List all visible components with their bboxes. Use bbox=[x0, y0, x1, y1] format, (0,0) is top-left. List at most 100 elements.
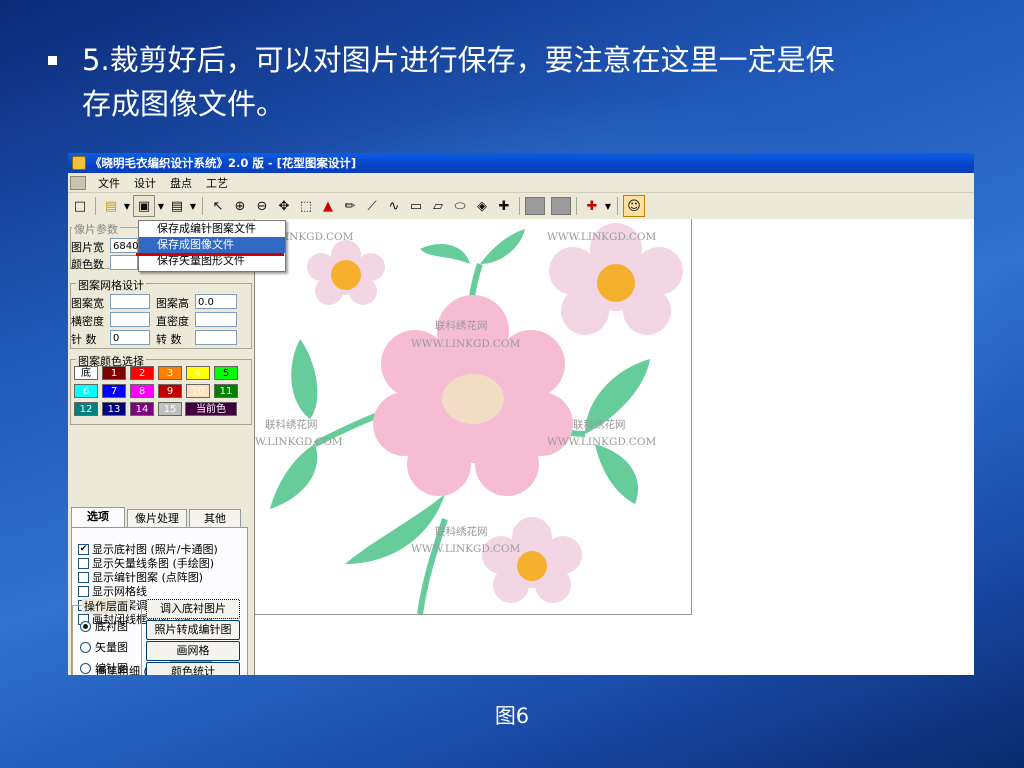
redo-icon[interactable] bbox=[551, 197, 571, 215]
menu-file[interactable]: 文件 bbox=[96, 175, 122, 191]
layers-area: 操作层面 底衬图 矢量图 编针图 调入底衬图片 照片转成编针图 画网格 颜色统计 bbox=[68, 593, 254, 675]
fill-icon[interactable]: ▲ bbox=[318, 196, 338, 216]
watermark-top-left: INKGD.COM bbox=[285, 231, 354, 243]
layer-background-label: 底衬图 bbox=[95, 620, 128, 633]
menu-inventory[interactable]: 盘点 bbox=[168, 175, 194, 191]
artboard[interactable]: INKGD.COM WWW.LINKGD.COM 联科绣花网 WWW.LINKG… bbox=[255, 219, 692, 615]
color-swatch[interactable]: 5 bbox=[214, 366, 238, 380]
watermark-right-name: 联科绣花网 bbox=[573, 419, 626, 431]
print-icon[interactable]: ▤ bbox=[167, 196, 187, 216]
tab-other[interactable]: 其他 bbox=[189, 509, 241, 527]
save-icon[interactable]: ▣ bbox=[133, 195, 155, 217]
print-dropdown-arrow-icon[interactable]: ▼ bbox=[189, 202, 197, 211]
layer-radio-stitch[interactable]: 编针图 bbox=[80, 660, 128, 675]
save-as-stitch-pattern-item[interactable]: 保存成编针图案文件 bbox=[139, 221, 285, 237]
v-density-field[interactable] bbox=[195, 312, 237, 327]
rows-field[interactable] bbox=[195, 330, 237, 345]
toolbar-separator bbox=[519, 197, 520, 215]
open-dropdown-arrow-icon[interactable]: ▼ bbox=[123, 202, 131, 211]
zoom-in-icon[interactable]: ⊕ bbox=[230, 196, 250, 216]
current-color-swatch[interactable]: 当前色 bbox=[185, 402, 237, 416]
highlight-underline bbox=[136, 253, 284, 256]
stitches-label: 针 数 bbox=[71, 333, 97, 346]
pointer-icon[interactable]: ↖ bbox=[208, 196, 228, 216]
color-swatch[interactable]: 3 bbox=[158, 366, 182, 380]
paint-bucket-icon[interactable]: ◈ bbox=[472, 196, 492, 216]
crosshair-icon[interactable]: ✚ bbox=[582, 196, 602, 216]
new-icon[interactable]: □ bbox=[70, 196, 90, 216]
rectangle-icon[interactable]: ▭ bbox=[406, 196, 426, 216]
crosshair-dropdown-arrow-icon[interactable]: ▼ bbox=[604, 202, 612, 211]
watermark-left-url: W.LINKGD.COM bbox=[255, 436, 343, 448]
toolbar-separator bbox=[617, 197, 618, 215]
app-icon bbox=[72, 156, 86, 170]
open-icon[interactable]: ▤ bbox=[101, 196, 121, 216]
design-canvas[interactable]: INKGD.COM WWW.LINKGD.COM 联科绣花网 WWW.LINKG… bbox=[255, 219, 974, 675]
watermark-right-url: WWW.LINKGD.COM bbox=[547, 436, 657, 448]
select-rect-icon[interactable]: ⬚ bbox=[296, 196, 316, 216]
pattern-width-label: 图案宽 bbox=[71, 297, 104, 310]
checkbox-box bbox=[78, 557, 89, 569]
color-swatch[interactable]: 6 bbox=[74, 384, 98, 398]
color-swatch[interactable]: 10 bbox=[186, 384, 210, 398]
color-swatch[interactable]: 15 bbox=[158, 402, 182, 416]
photo-to-pattern-button[interactable]: 照片转成编针图 bbox=[146, 620, 240, 640]
load-background-button[interactable]: 调入底衬图片 bbox=[146, 599, 240, 619]
layer-radio-vector[interactable]: 矢量图 bbox=[80, 639, 128, 655]
polygon-icon[interactable]: ▱ bbox=[428, 196, 448, 216]
color-stats-button[interactable]: 颜色统计 bbox=[146, 662, 240, 675]
menubar: 文件 设计 盘点 工艺 bbox=[68, 173, 974, 193]
move-icon[interactable]: ✥ bbox=[274, 196, 294, 216]
draw-grid-button[interactable]: 画网格 bbox=[146, 641, 240, 661]
pencil-icon[interactable]: ✏ bbox=[340, 196, 360, 216]
photo-width-field[interactable]: 6840 bbox=[110, 238, 138, 253]
toolbar: □ ▤ ▼ ▣ ▼ ▤ ▼ ↖ ⊕ ⊖ ✥ ⬚ ▲ ✏ ⟋ ∿ ▭ ▱ ⬭ ◈ … bbox=[68, 193, 974, 220]
curve-icon[interactable]: ∿ bbox=[384, 196, 404, 216]
color-swatch[interactable]: 13 bbox=[102, 402, 126, 416]
help-icon[interactable]: ☺ bbox=[623, 195, 645, 217]
color-swatch[interactable]: 12 bbox=[74, 402, 98, 416]
color-swatch[interactable]: 7 bbox=[102, 384, 126, 398]
save-dropdown-arrow-icon[interactable]: ▼ bbox=[157, 202, 165, 211]
layer-radio-background[interactable]: 底衬图 bbox=[80, 618, 128, 634]
checkbox-box bbox=[78, 571, 89, 583]
h-density-field[interactable] bbox=[110, 312, 150, 327]
layer-vector-label: 矢量图 bbox=[95, 641, 128, 654]
toolbar-separator bbox=[576, 197, 577, 215]
toolbar-separator bbox=[202, 197, 203, 215]
color-swatch[interactable]: 底 bbox=[74, 366, 98, 380]
tab-options[interactable]: 选项 bbox=[71, 507, 125, 527]
line-icon[interactable]: ⟋ bbox=[362, 196, 382, 216]
layer-stitch-label: 编针图 bbox=[95, 662, 128, 675]
color-swatch[interactable]: 14 bbox=[130, 402, 154, 416]
zoom-out-icon[interactable]: ⊖ bbox=[252, 196, 272, 216]
color-swatch[interactable]: 2 bbox=[130, 366, 154, 380]
photo-width-label: 图片宽 bbox=[71, 241, 104, 254]
menu-design[interactable]: 设计 bbox=[132, 175, 158, 191]
colors-count-label: 颜色数 bbox=[71, 258, 104, 271]
tab-photo-processing[interactable]: 像片处理 bbox=[127, 509, 187, 527]
bullet-line-2: 存成图像文件。 bbox=[82, 87, 286, 121]
pattern-height-field[interactable]: 0.0 bbox=[195, 294, 237, 309]
app-screenshot: 《晓明毛衣编织设计系统》2.0 版 - [花型图案设计] 文件 设计 盘点 工艺… bbox=[68, 153, 974, 675]
stitches-field[interactable]: 0 bbox=[110, 330, 150, 345]
grid-design-title: 图案网格设计 bbox=[76, 277, 146, 293]
ellipse-icon[interactable]: ⬭ bbox=[450, 196, 470, 216]
layers-group-title: 操作层面 bbox=[82, 598, 130, 614]
color-swatch[interactable]: 1 bbox=[102, 366, 126, 380]
color-swatch[interactable]: 4 bbox=[186, 366, 210, 380]
color-swatch[interactable]: 9 bbox=[158, 384, 182, 398]
radio-dot bbox=[80, 641, 91, 653]
small-flower-top-left bbox=[307, 240, 385, 305]
figure-caption: 图6 bbox=[494, 704, 530, 728]
text-icon[interactable]: ✚ bbox=[494, 196, 514, 216]
system-menu-icon[interactable] bbox=[70, 175, 86, 190]
watermark-top-right: WWW.LINKGD.COM bbox=[547, 231, 657, 243]
pattern-width-field[interactable] bbox=[110, 294, 150, 309]
colors-count-field[interactable] bbox=[110, 255, 138, 270]
undo-icon[interactable] bbox=[525, 197, 545, 215]
color-swatch[interactable]: 8 bbox=[130, 384, 154, 398]
menu-craft[interactable]: 工艺 bbox=[204, 175, 230, 191]
save-as-image-item[interactable]: 保存成图像文件 bbox=[139, 237, 285, 253]
color-swatch[interactable]: 11 bbox=[214, 384, 238, 398]
